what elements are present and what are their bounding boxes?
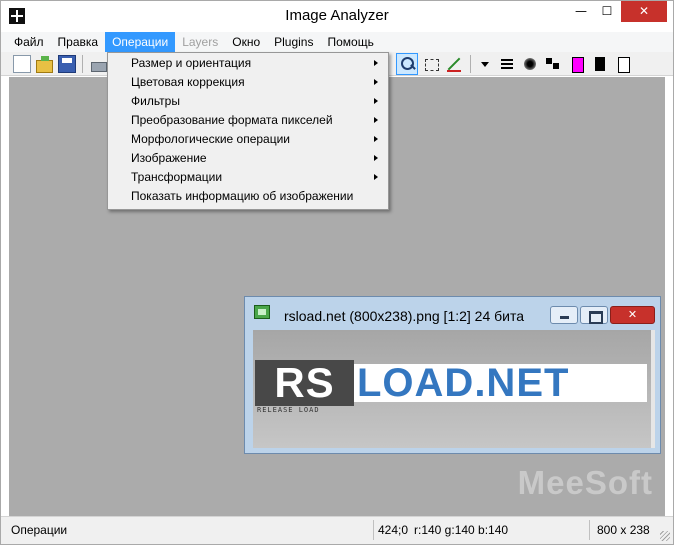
save-icon[interactable]: [58, 55, 76, 73]
menu-bar: Файл Правка Операции Layers Окно Plugins…: [1, 32, 673, 52]
image-icon[interactable]: [254, 305, 270, 319]
soft-brush-icon[interactable]: [521, 55, 539, 73]
minimize-button[interactable]: —: [568, 1, 594, 22]
operations-dropdown: Размер и ориентация Цветовая коррекция Ф…: [107, 52, 389, 210]
submenu-arrow-icon: [374, 136, 378, 142]
menu-item-image[interactable]: Изображение: [108, 149, 388, 168]
menu-item-label: Фильтры: [131, 94, 180, 108]
status-separator: [589, 520, 590, 540]
menu-plugins[interactable]: Plugins: [267, 32, 320, 52]
status-coords: 424;0: [378, 523, 409, 537]
status-pixel-value: r:140 g:140 b:140: [414, 523, 509, 537]
menu-item-label: Цветовая коррекция: [131, 75, 245, 89]
white-color-icon[interactable]: [615, 55, 633, 73]
menu-item-label: Трансформации: [131, 170, 223, 184]
select-rectangle-icon[interactable]: [422, 55, 440, 73]
menu-item-transformations[interactable]: Трансформации: [108, 168, 388, 187]
scan-icon[interactable]: [89, 55, 107, 73]
logo-subtitle: RELEASE LOAD: [257, 406, 320, 414]
menu-item-label: Изображение: [131, 151, 207, 165]
submenu-arrow-icon: [374, 174, 378, 180]
image-minimize-button[interactable]: [550, 306, 578, 324]
submenu-arrow-icon: [374, 79, 378, 85]
magenta-color-icon[interactable]: [569, 55, 587, 73]
zoom-icon[interactable]: [396, 53, 418, 75]
menu-item-resize[interactable]: Размер и ориентация: [108, 54, 388, 73]
menu-file[interactable]: Файл: [7, 32, 51, 52]
image-scrollbar[interactable]: [651, 330, 655, 448]
menu-help[interactable]: Помощь: [320, 32, 380, 52]
resize-grip-icon[interactable]: [660, 531, 670, 541]
menu-item-label: Морфологические операции: [131, 132, 291, 146]
menu-edit[interactable]: Правка: [51, 32, 106, 52]
image-canvas[interactable]: RS LOAD.NET RELEASE LOAD: [253, 330, 651, 448]
title-bar[interactable]: Image Analyzer — ☐ ✕: [1, 1, 673, 32]
menu-item-label: Размер и ориентация: [131, 56, 252, 70]
new-file-icon[interactable]: [13, 55, 31, 73]
menu-item-filters[interactable]: Фильтры: [108, 92, 388, 111]
menu-item-morphology[interactable]: Морфологические операции: [108, 130, 388, 149]
menu-layers[interactable]: Layers: [175, 32, 225, 52]
pen-icon[interactable]: [445, 55, 463, 73]
black-color-icon[interactable]: [592, 55, 610, 73]
menu-operations[interactable]: Операции: [105, 32, 176, 52]
image-close-button[interactable]: ✕: [610, 306, 655, 324]
menu-item-label: Преобразование формата пикселей: [131, 113, 333, 127]
open-folder-icon[interactable]: [35, 55, 53, 73]
image-window[interactable]: rsload.net (800x238).png [1:2] 24 бита ✕…: [244, 296, 661, 454]
dropdown-arrow-icon[interactable]: [476, 55, 494, 73]
close-button[interactable]: ✕: [621, 1, 667, 22]
app-window: Image Analyzer — ☐ ✕ Файл Правка Операци…: [0, 0, 674, 545]
image-maximize-button[interactable]: [580, 306, 608, 324]
status-text: Операции: [11, 523, 68, 537]
logo-rs-text: RS: [274, 359, 335, 406]
status-separator: [373, 520, 374, 540]
line-width-icon[interactable]: [498, 55, 516, 73]
menu-item-pixel-format[interactable]: Преобразование формата пикселей: [108, 111, 388, 130]
status-bar: Операции 424;0 r:140 g:140 b:140 800 x 2…: [1, 516, 673, 544]
toolbar-separator: [82, 55, 83, 73]
image-window-title: rsload.net (800x238).png [1:2] 24 бита: [284, 308, 525, 324]
menu-item-label: Показать информацию об изображении: [131, 189, 354, 203]
submenu-arrow-icon: [374, 155, 378, 161]
menu-item-color-correction[interactable]: Цветовая коррекция: [108, 73, 388, 92]
menu-window[interactable]: Окно: [225, 32, 267, 52]
status-image-size: 800 x 238: [597, 523, 650, 537]
watermark: MeeSoft: [517, 464, 653, 501]
menu-item-image-info[interactable]: Показать информацию об изображении: [108, 187, 388, 206]
logo-load-text: LOAD.NET: [357, 361, 570, 405]
toolbar-separator: [470, 55, 471, 73]
submenu-arrow-icon: [374, 98, 378, 104]
maximize-button[interactable]: ☐: [594, 1, 620, 22]
submenu-arrow-icon: [374, 60, 378, 66]
submenu-arrow-icon: [374, 117, 378, 123]
dots-brush-icon[interactable]: [544, 55, 562, 73]
